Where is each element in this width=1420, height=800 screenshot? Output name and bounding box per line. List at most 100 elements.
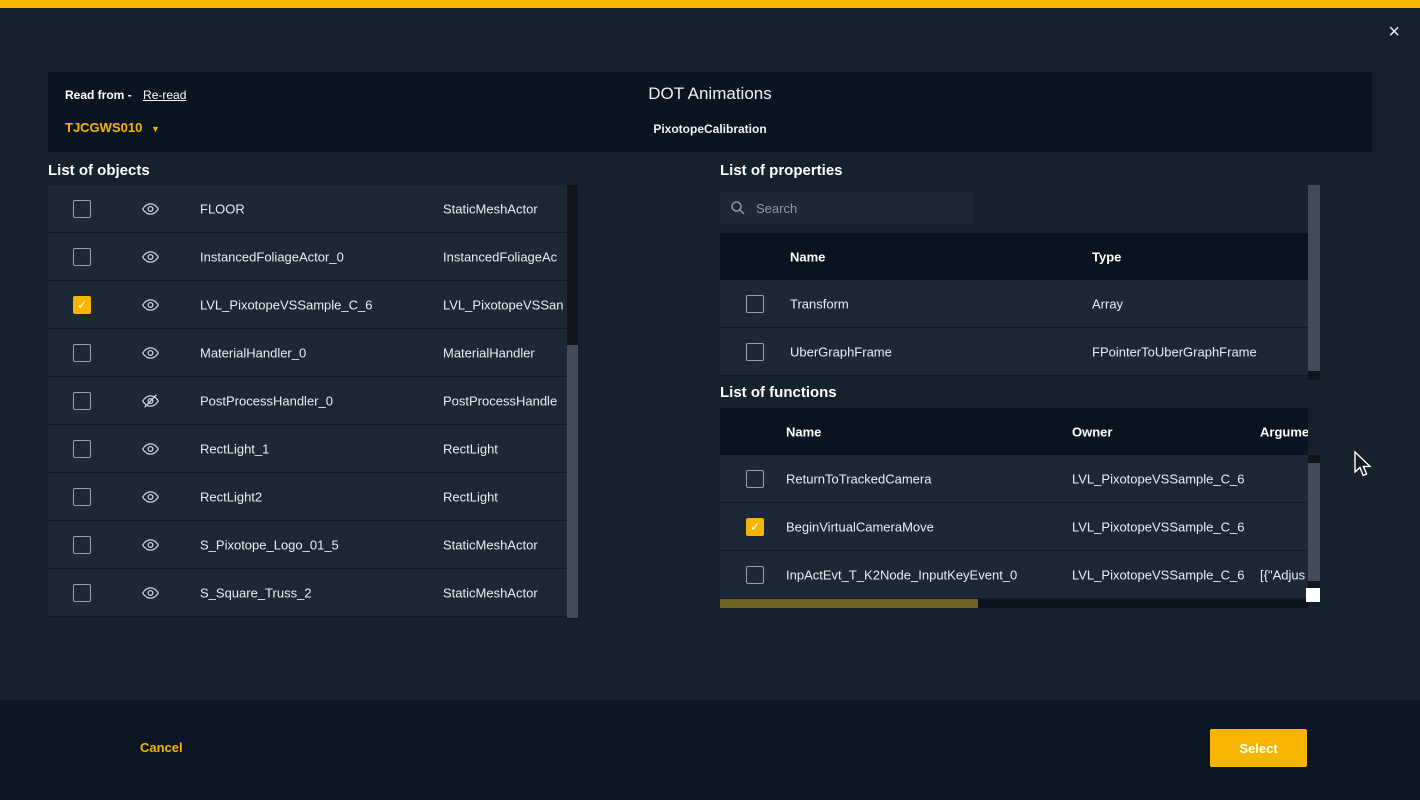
functions-column-owner: Owner xyxy=(1072,424,1112,439)
row-checkbox[interactable] xyxy=(73,392,91,410)
visibility-icon[interactable] xyxy=(141,487,160,506)
object-name: RectLight_1 xyxy=(200,441,269,456)
object-name: LVL_PixotopeVSSample_C_6 xyxy=(200,297,373,312)
object-type: PostProcessHandle xyxy=(443,393,568,408)
table-row[interactable]: Transform Array xyxy=(720,280,1308,328)
properties-table-header: Name Type xyxy=(720,233,1308,280)
table-row[interactable]: InpActEvt_T_K2Node_InputKeyEvent_0 LVL_Pi… xyxy=(720,551,1308,599)
object-name: S_Square_Truss_2 xyxy=(200,585,312,600)
functions-table: Name Owner Argume ReturnToTrackedCamera L… xyxy=(720,408,1308,599)
function-name: ReturnToTrackedCamera xyxy=(786,471,931,486)
row-checkbox[interactable] xyxy=(73,200,91,218)
select-button[interactable]: Select xyxy=(1210,729,1307,767)
objects-scrollbar[interactable] xyxy=(567,185,578,619)
row-checkbox[interactable] xyxy=(746,470,764,488)
objects-scrollbar-thumb[interactable] xyxy=(567,345,578,618)
table-row[interactable]: RectLight_1 RectLight xyxy=(48,425,578,473)
functions-horizontal-scrollbar[interactable] xyxy=(720,599,1308,608)
dialog-footer: Cancel Select xyxy=(0,700,1420,800)
visibility-icon[interactable] xyxy=(141,199,160,218)
visibility-icon[interactable] xyxy=(141,247,160,266)
function-owner: LVL_PixotopeVSSample_C_6 xyxy=(1072,519,1245,534)
table-row[interactable]: ✓ LVL_PixotopeVSSample_C_6 LVL_PixotopeVSS… xyxy=(48,281,578,329)
search-icon xyxy=(730,200,746,216)
visibility-off-icon[interactable] xyxy=(141,391,160,410)
object-type: MaterialHandler xyxy=(443,345,568,360)
object-name: FLOOR xyxy=(200,201,245,216)
row-checkbox[interactable]: ✓ xyxy=(73,296,91,314)
function-name: InpActEvt_T_K2Node_InputKeyEvent_0 xyxy=(786,567,1017,582)
functions-list-heading: List of functions xyxy=(720,384,837,401)
table-row[interactable]: S_Square_Truss_2 StaticMeshActor xyxy=(48,569,578,617)
properties-scrollbar-thumb[interactable] xyxy=(1308,185,1320,371)
functions-scrollbar[interactable] xyxy=(1308,455,1320,599)
object-type: StaticMeshActor xyxy=(443,537,568,552)
functions-horizontal-scrollbar-thumb[interactable] xyxy=(720,599,978,608)
table-row[interactable]: FLOOR StaticMeshActor xyxy=(48,185,578,233)
dialog-header: Read from - Re-read TJCGWS010 ▼ DOT Anim… xyxy=(48,72,1372,152)
object-name: RectLight2 xyxy=(200,489,262,504)
object-name: S_Pixotope_Logo_01_5 xyxy=(200,537,339,552)
functions-scrollbar-thumb[interactable] xyxy=(1308,463,1320,581)
row-checkbox[interactable]: ✓ xyxy=(746,518,764,536)
function-owner: LVL_PixotopeVSSample_C_6 xyxy=(1072,567,1245,582)
object-type: LVL_PixotopeVSSan xyxy=(443,297,568,312)
row-checkbox[interactable] xyxy=(746,295,764,313)
row-checkbox[interactable] xyxy=(73,584,91,602)
functions-table-header: Name Owner Argume xyxy=(720,408,1308,455)
property-type: FPointerToUberGraphFrame xyxy=(1092,344,1257,359)
object-name: PostProcessHandler_0 xyxy=(200,393,333,408)
row-checkbox[interactable] xyxy=(73,248,91,266)
properties-search xyxy=(720,192,974,224)
properties-column-name: Name xyxy=(790,249,825,264)
properties-column-type: Type xyxy=(1092,249,1121,264)
object-type: StaticMeshActor xyxy=(443,585,568,600)
properties-scrollbar[interactable] xyxy=(1308,185,1320,380)
object-name: InstancedFoliageActor_0 xyxy=(200,249,344,264)
object-type: RectLight xyxy=(443,489,568,504)
functions-column-arguments: Argume xyxy=(1260,424,1308,439)
table-row[interactable]: RectLight2 RectLight xyxy=(48,473,578,521)
property-name: Transform xyxy=(790,296,849,311)
visibility-icon[interactable] xyxy=(141,343,160,362)
properties-table: Name Type Transform Array UberGraphFrame FP… xyxy=(720,233,1308,376)
visibility-icon[interactable] xyxy=(141,295,160,314)
page-subtitle: PixotopeCalibration xyxy=(48,122,1372,136)
functions-column-name: Name xyxy=(786,424,821,439)
top-accent-bar xyxy=(0,0,1420,8)
object-type: InstancedFoliageAc xyxy=(443,249,568,264)
table-row[interactable]: InstancedFoliageActor_0 InstancedFoliageA… xyxy=(48,233,578,281)
mouse-cursor xyxy=(1352,450,1372,478)
objects-list: FLOOR StaticMeshActor InstancedFoliageActo… xyxy=(48,185,578,619)
property-name: UberGraphFrame xyxy=(790,344,892,359)
object-name: MaterialHandler_0 xyxy=(200,345,306,360)
function-owner: LVL_PixotopeVSSample_C_6 xyxy=(1072,471,1245,486)
row-checkbox[interactable] xyxy=(746,343,764,361)
function-name: BeginVirtualCameraMove xyxy=(786,519,934,534)
function-arguments: [{"Adjus xyxy=(1260,567,1308,582)
visibility-icon[interactable] xyxy=(141,535,160,554)
cancel-button[interactable]: Cancel xyxy=(140,740,183,755)
table-row[interactable]: ReturnToTrackedCamera LVL_PixotopeVSSampl… xyxy=(720,455,1308,503)
objects-list-heading: List of objects xyxy=(48,162,150,179)
object-type: RectLight xyxy=(443,441,568,456)
table-row[interactable]: MaterialHandler_0 MaterialHandler xyxy=(48,329,578,377)
visibility-icon[interactable] xyxy=(141,439,160,458)
row-checkbox[interactable] xyxy=(746,566,764,584)
table-row[interactable]: ✓ BeginVirtualCameraMove LVL_PixotopeVSSam… xyxy=(720,503,1308,551)
row-checkbox[interactable] xyxy=(73,536,91,554)
visibility-icon[interactable] xyxy=(141,583,160,602)
row-checkbox[interactable] xyxy=(73,344,91,362)
search-input[interactable] xyxy=(754,200,958,217)
properties-list-heading: List of properties xyxy=(720,162,843,179)
close-icon[interactable]: × xyxy=(1388,22,1400,42)
object-type: StaticMeshActor xyxy=(443,201,568,216)
property-type: Array xyxy=(1092,296,1123,311)
page-title: DOT Animations xyxy=(48,84,1372,104)
scrollbar-corner xyxy=(1306,588,1320,602)
table-row[interactable]: PostProcessHandler_0 PostProcessHandle xyxy=(48,377,578,425)
row-checkbox[interactable] xyxy=(73,488,91,506)
row-checkbox[interactable] xyxy=(73,440,91,458)
table-row[interactable]: UberGraphFrame FPointerToUberGraphFrame xyxy=(720,328,1308,376)
table-row[interactable]: S_Pixotope_Logo_01_5 StaticMeshActor xyxy=(48,521,578,569)
